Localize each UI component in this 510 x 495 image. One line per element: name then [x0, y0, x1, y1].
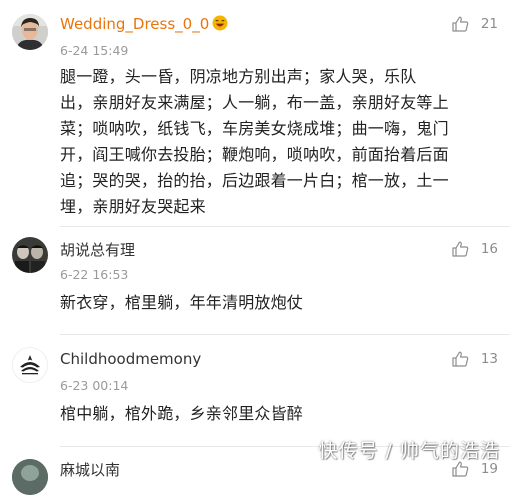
like-count: 13 — [480, 351, 498, 367]
comment-item: 胡说总有理 6-22 16:53 16 新衣穿，棺里躺，年年清明放炮仗 — [0, 230, 510, 335]
thumbs-up-icon — [452, 241, 469, 257]
username[interactable]: Wedding_Dress_0_0 — [60, 15, 228, 33]
thumbs-up-icon — [452, 16, 469, 32]
avatar[interactable] — [12, 14, 48, 50]
comment-line: 腿一蹬，头一昏，阴凉地方别出声；家人哭，乐队 — [60, 67, 417, 86]
comment-line: 出，亲朋好友来满屋；人一躺，布一盖，亲朋好友等上 — [60, 93, 449, 112]
divider — [60, 226, 510, 227]
like-button[interactable]: 21 — [452, 16, 498, 32]
like-count: 21 — [480, 16, 498, 32]
like-button[interactable]: 19 — [452, 461, 498, 477]
thumbs-up-icon — [452, 461, 469, 477]
comment-text: 腿一蹬，头一昏，阴凉地方别出声；家人哭，乐队 出，亲朋好友来满屋；人一躺，布一盖… — [60, 64, 500, 220]
avatar[interactable] — [12, 459, 48, 495]
comment-item: Wedding_Dress_0_0 6-24 15:49 21 腿一蹬，头一昏，… — [0, 0, 510, 230]
comment-line: 开，阎王喊你去投胎；鞭炮响，唢呐吹，前面抬着后面 — [60, 145, 449, 164]
comment-line: 新衣穿，棺里躺，年年清明放炮仗 — [60, 293, 304, 312]
comment-line: 追；哭的哭，抬的抬，后边跟着一片白；棺一放，土一 — [60, 171, 449, 190]
comment-item: Childhoodmemony 6-23 00:14 13 棺中躺，棺外跪，乡亲… — [0, 335, 510, 447]
like-button[interactable]: 16 — [452, 241, 498, 257]
username[interactable]: Childhoodmemony — [60, 350, 201, 368]
username[interactable]: 麻城以南 — [60, 459, 120, 480]
comment-line: 菜；唢呐吹，纸钱飞，车房美女烧成堆；曲一嗨，鬼门 — [60, 119, 449, 138]
laughing-emoji-icon — [212, 15, 228, 31]
comment-timestamp: 6-22 16:53 — [60, 267, 129, 282]
comment-text: 棺中躺，棺外跪，乡亲邻里众皆醉 — [60, 401, 500, 427]
comment-timestamp: 6-24 15:49 — [60, 43, 129, 58]
comment-line: 埋，亲朋好友哭起来 — [60, 197, 206, 216]
like-count: 19 — [480, 461, 498, 477]
watermark-text: 快传号 / 帅气的浩浩 — [318, 440, 500, 462]
like-button[interactable]: 13 — [452, 351, 498, 367]
avatar[interactable] — [12, 347, 48, 383]
avatar[interactable] — [12, 237, 48, 273]
comment-text: 新衣穿，棺里躺，年年清明放炮仗 — [60, 290, 500, 316]
username[interactable]: 胡说总有理 — [60, 239, 135, 260]
comment-timestamp: 6-23 00:14 — [60, 378, 129, 393]
like-count: 16 — [480, 241, 498, 257]
comment-line: 棺中躺，棺外跪，乡亲邻里众皆醉 — [60, 404, 304, 423]
thumbs-up-icon — [452, 351, 469, 367]
